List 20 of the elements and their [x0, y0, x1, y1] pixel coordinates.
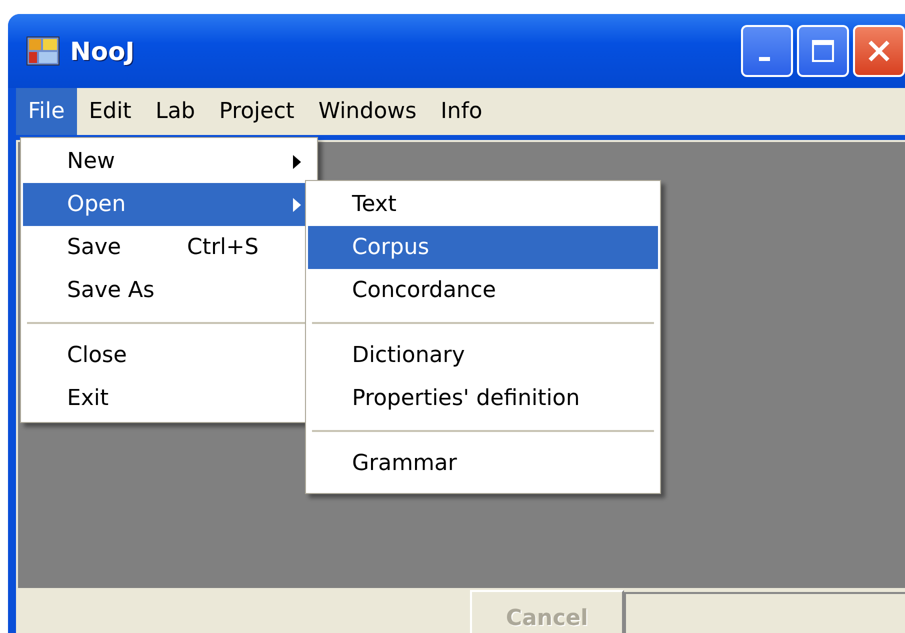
menu-item[interactable]: New — [23, 140, 315, 183]
app-icon — [26, 36, 60, 66]
menu-item[interactable]: Concordance — [308, 269, 658, 312]
menu-item[interactable]: Properties' definition — [308, 377, 658, 420]
menu-item[interactable]: Project — [207, 88, 306, 135]
menu-item[interactable]: Lab — [143, 88, 208, 135]
menu-item[interactable]: Info — [428, 88, 494, 135]
minimize-icon — [758, 57, 770, 61]
menu-item[interactable]: Dictionary — [308, 334, 658, 377]
minimize-button[interactable] — [741, 25, 793, 77]
menu-item[interactable]: File — [16, 88, 77, 135]
menu-item[interactable]: Edit — [76, 88, 144, 135]
window-title: NooJ — [70, 36, 135, 66]
close-button[interactable] — [853, 25, 905, 77]
menu-item[interactable]: Grammar — [308, 442, 658, 485]
menu-item[interactable]: Windows — [306, 88, 429, 135]
close-icon — [867, 39, 891, 63]
maximize-button[interactable] — [797, 25, 849, 77]
maximize-icon — [811, 39, 835, 63]
menu-item[interactable]: Corpus — [308, 226, 658, 269]
